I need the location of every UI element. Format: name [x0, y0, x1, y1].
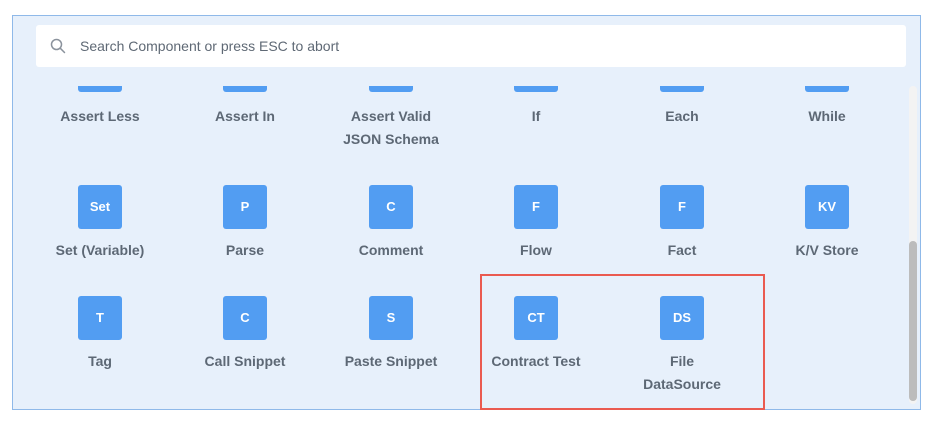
- component-label: Assert Valid JSON Schema: [343, 108, 439, 147]
- search-bar: [36, 25, 906, 67]
- component-assert-less[interactable]: Assert Less: [30, 86, 170, 128]
- component-tile: T: [78, 296, 122, 340]
- component-tile: C: [223, 296, 267, 340]
- component-flow[interactable]: F Flow: [466, 185, 606, 262]
- search-input[interactable]: [80, 25, 880, 67]
- scrollbar[interactable]: [909, 86, 917, 404]
- component-assert-valid-json-schema[interactable]: Assert Valid JSON Schema: [321, 86, 461, 151]
- component-tile: [369, 86, 413, 92]
- component-grid: Assert Less Assert In Assert Valid JSON S…: [13, 16, 920, 409]
- component-assert-in[interactable]: Assert In: [175, 86, 315, 128]
- component-kv-store[interactable]: KV K/V Store: [757, 185, 897, 262]
- component-tile: [660, 86, 704, 92]
- component-label: Flow: [520, 242, 552, 258]
- component-each[interactable]: Each: [612, 86, 752, 128]
- component-fact[interactable]: F Fact: [612, 185, 752, 262]
- component-label: Fact: [667, 242, 697, 258]
- component-tile: [805, 86, 849, 92]
- component-while[interactable]: While: [757, 86, 897, 128]
- component-label: Comment: [358, 242, 424, 258]
- search-icon: [50, 38, 66, 54]
- scrollbar-thumb[interactable]: [909, 241, 917, 401]
- component-label: If: [531, 108, 541, 124]
- component-tile: P: [223, 185, 267, 229]
- component-label: Paste Snippet: [344, 353, 438, 369]
- component-parse[interactable]: P Parse: [175, 185, 315, 262]
- component-label: Assert In: [215, 108, 275, 124]
- component-label: Parse: [225, 242, 265, 258]
- component-label: While: [808, 108, 846, 124]
- component-file-datasource[interactable]: DS File DataSource: [612, 296, 752, 396]
- component-tile: F: [660, 185, 704, 229]
- component-if[interactable]: If: [466, 86, 606, 128]
- component-label: Assert Less: [60, 108, 140, 124]
- component-tile: DS: [660, 296, 704, 340]
- component-tile: Set: [78, 185, 122, 229]
- component-label: Call Snippet: [204, 353, 286, 369]
- component-label: File DataSource: [643, 353, 721, 392]
- component-contract-test[interactable]: CT Contract Test: [466, 296, 606, 373]
- component-paste-snippet[interactable]: S Paste Snippet: [321, 296, 461, 373]
- component-picker-panel: Assert Less Assert In Assert Valid JSON S…: [12, 15, 921, 410]
- component-set-variable[interactable]: Set Set (Variable): [30, 185, 170, 262]
- component-tile: F: [514, 185, 558, 229]
- component-label: Contract Test: [491, 353, 581, 369]
- component-label: Set (Variable): [55, 242, 145, 258]
- component-tile: S: [369, 296, 413, 340]
- component-tile: KV: [805, 185, 849, 229]
- component-label: Each: [665, 108, 699, 124]
- component-label: Tag: [88, 353, 112, 369]
- component-tile: [223, 86, 267, 92]
- component-call-snippet[interactable]: C Call Snippet: [175, 296, 315, 373]
- component-tag[interactable]: T Tag: [30, 296, 170, 373]
- component-tile: [78, 86, 122, 92]
- component-label: K/V Store: [795, 242, 859, 258]
- component-tile: C: [369, 185, 413, 229]
- component-tile: [514, 86, 558, 92]
- component-tile: CT: [514, 296, 558, 340]
- component-comment[interactable]: C Comment: [321, 185, 461, 262]
